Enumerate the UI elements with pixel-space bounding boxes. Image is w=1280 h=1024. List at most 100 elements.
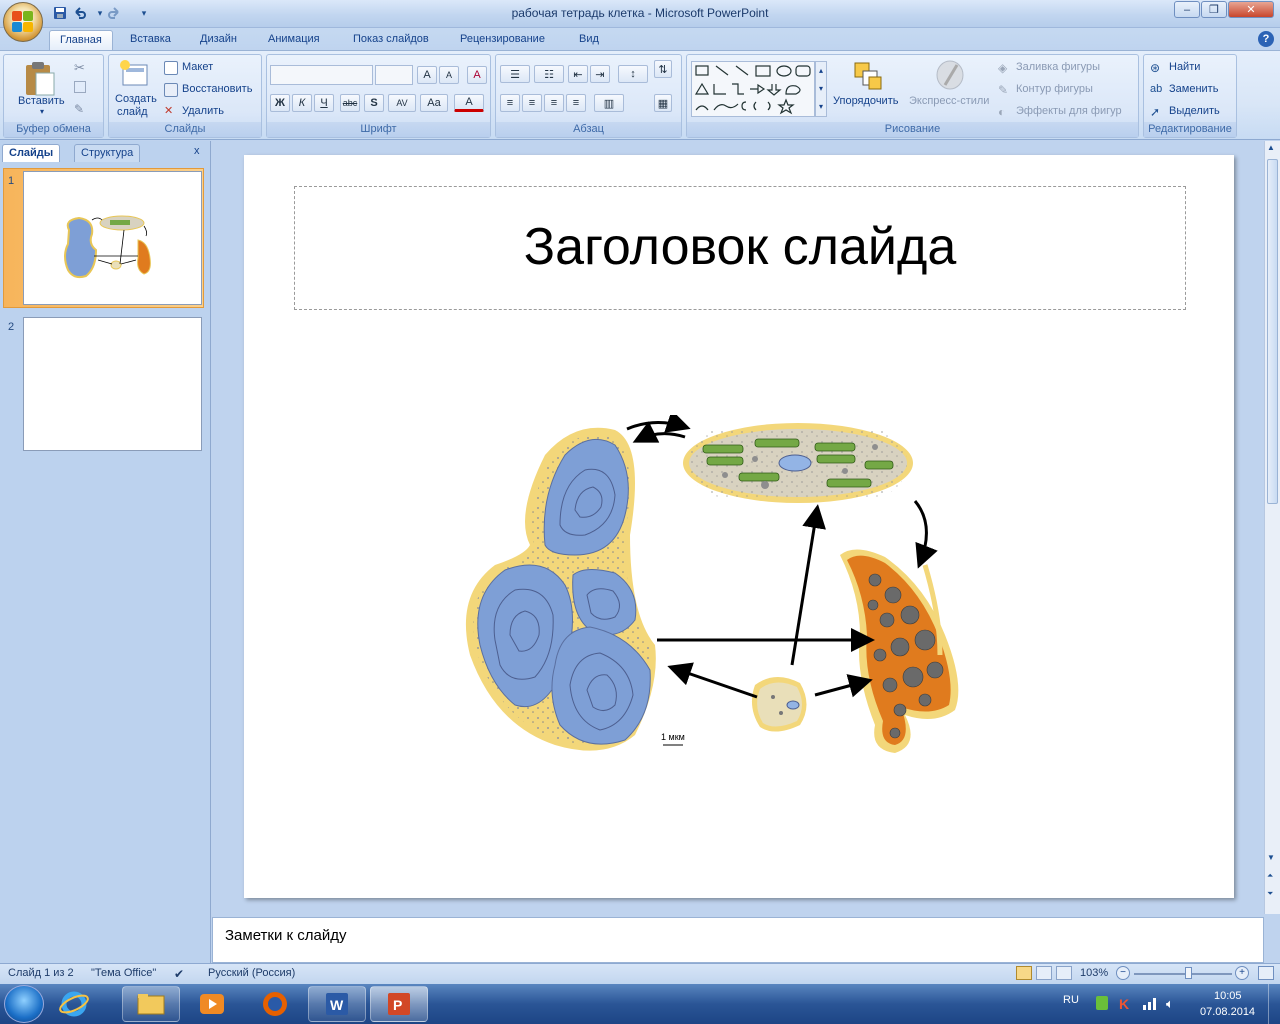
outline-button[interactable]: Контур фигуры xyxy=(1016,83,1093,95)
language[interactable]: Русский (Россия) xyxy=(208,967,295,979)
save-icon[interactable] xyxy=(52,5,68,21)
numbering-icon[interactable]: ☷ xyxy=(534,65,564,83)
tab-view[interactable]: Вид xyxy=(569,30,609,50)
paste-icon[interactable] xyxy=(22,59,56,99)
keyboard-language[interactable]: RU xyxy=(1063,994,1079,1006)
arrange-icon[interactable] xyxy=(851,59,885,93)
slide-thumbnail-2[interactable] xyxy=(23,317,202,451)
restore-button[interactable]: ❐ xyxy=(1201,1,1227,18)
layout-button[interactable]: Макет xyxy=(182,61,213,73)
redo-icon[interactable] xyxy=(106,5,122,21)
grow-font-button[interactable]: A xyxy=(417,66,437,84)
zoom-in-icon[interactable]: + xyxy=(1235,966,1249,980)
effects-button[interactable]: Эффекты для фигур xyxy=(1016,105,1122,117)
quick-styles-icon[interactable] xyxy=(935,59,965,91)
columns-icon[interactable]: ▥ xyxy=(594,94,624,112)
case-button[interactable]: Aa xyxy=(420,94,448,112)
shrink-font-button[interactable]: A xyxy=(439,66,459,84)
shapes-gallery[interactable] xyxy=(691,61,815,117)
zoom-out-icon[interactable]: − xyxy=(1116,966,1130,980)
strike-button[interactable]: abc xyxy=(340,94,360,112)
clock-date[interactable]: 07.08.2014 xyxy=(1200,1006,1255,1018)
tab-slideshow[interactable]: Показ слайдов xyxy=(343,30,439,50)
show-desktop-button[interactable] xyxy=(1268,984,1280,1024)
font-name-field[interactable] xyxy=(270,65,373,85)
delete-button[interactable]: Удалить xyxy=(182,105,224,117)
shapes-scroll-icon[interactable]: ▴ ▾ ▾ xyxy=(815,61,827,117)
clock-time[interactable]: 10:05 xyxy=(1214,990,1242,1002)
undo-icon[interactable] xyxy=(72,5,88,21)
bold-button[interactable]: Ж xyxy=(270,94,290,112)
word-task-icon[interactable]: W xyxy=(308,986,366,1022)
reset-button[interactable]: Восстановить xyxy=(182,83,252,95)
fill-button[interactable]: Заливка фигуры xyxy=(1016,61,1100,73)
close-pane-icon[interactable]: x xyxy=(194,145,200,157)
customize-qat-icon[interactable]: ▾ xyxy=(136,5,152,21)
shadow-button[interactable]: S xyxy=(364,94,384,112)
quick-styles-button[interactable]: Экспресс-стили xyxy=(909,95,989,107)
explorer-task-icon[interactable] xyxy=(122,986,180,1022)
paste-dropdown-icon[interactable]: ▾ xyxy=(40,107,44,116)
spacing-button[interactable]: AV xyxy=(388,94,416,112)
antivirus-tray-icon[interactable]: K xyxy=(1119,996,1129,1012)
fit-window-icon[interactable] xyxy=(1258,966,1274,980)
clear-format-button[interactable]: A xyxy=(467,66,487,84)
powerpoint-task-icon[interactable]: P xyxy=(370,986,428,1022)
notes-placeholder[interactable]: Заметки к слайду xyxy=(225,927,347,944)
minimize-button[interactable]: – xyxy=(1174,1,1200,18)
tab-design[interactable]: Дизайн xyxy=(190,30,247,50)
align-center-icon[interactable]: ≡ xyxy=(522,94,542,112)
decrease-indent-icon[interactable]: ⇤ xyxy=(568,65,588,83)
sorter-view-icon[interactable] xyxy=(1036,966,1052,980)
prev-slide-icon[interactable]: ⏶ xyxy=(1267,871,1273,881)
media-player-icon[interactable] xyxy=(183,986,241,1022)
ie-icon[interactable] xyxy=(58,988,90,1020)
underline-button[interactable]: Ч xyxy=(314,94,334,112)
close-button[interactable]: ✕ xyxy=(1228,1,1274,18)
tab-home[interactable]: Главная xyxy=(49,30,113,50)
firefox-icon[interactable] xyxy=(246,986,304,1022)
cut-icon[interactable]: ✂ xyxy=(74,60,85,76)
replace-button[interactable]: Заменить xyxy=(1169,83,1218,95)
notes-pane[interactable]: Заметки к слайду xyxy=(212,917,1264,963)
tab-review[interactable]: Рецензирование xyxy=(450,30,555,50)
help-icon[interactable]: ? xyxy=(1258,31,1274,47)
network-tray-icon[interactable] xyxy=(1142,996,1158,1010)
slide-thumbnail-1[interactable] xyxy=(23,171,202,305)
copy-icon[interactable] xyxy=(74,81,86,93)
zoom-slider-thumb[interactable] xyxy=(1185,967,1192,979)
justify-icon[interactable]: ≡ xyxy=(566,94,586,112)
slideshow-view-icon[interactable] xyxy=(1056,966,1072,980)
align-right-icon[interactable]: ≡ xyxy=(544,94,564,112)
spellcheck-icon[interactable]: ✔ xyxy=(174,967,184,981)
tab-outline[interactable]: Структура xyxy=(74,144,141,162)
normal-view-icon[interactable] xyxy=(1016,966,1032,980)
new-slide-icon[interactable] xyxy=(117,59,151,91)
smartart-icon[interactable]: ▦ xyxy=(654,94,672,112)
arrange-button[interactable]: Упорядочить xyxy=(833,95,898,107)
tab-animation[interactable]: Анимация xyxy=(258,30,330,50)
start-button[interactable] xyxy=(4,985,44,1023)
scroll-down-icon[interactable]: ▼ xyxy=(1267,853,1275,862)
zoom-level[interactable]: 103% xyxy=(1080,967,1108,979)
align-left-icon[interactable]: ≡ xyxy=(500,94,520,112)
format-painter-icon[interactable]: ✎ xyxy=(74,102,84,116)
italic-button[interactable]: К xyxy=(292,94,312,112)
vertical-scrollbar[interactable]: ▲ ▼ ⏶ ⏷ xyxy=(1264,141,1280,914)
slide-title[interactable]: Заголовок слайда xyxy=(295,217,1185,277)
volume-tray-icon[interactable]: 🔈︎ xyxy=(1166,996,1174,1012)
increase-indent-icon[interactable]: ⇥ xyxy=(590,65,610,83)
scroll-up-icon[interactable]: ▲ xyxy=(1267,143,1275,152)
zoom-slider[interactable] xyxy=(1134,973,1232,975)
cell-diagram-image[interactable]: 1 мкм xyxy=(455,415,975,765)
bullets-icon[interactable]: ☰ xyxy=(500,65,530,83)
title-placeholder[interactable]: Заголовок слайда xyxy=(294,186,1186,310)
line-spacing-icon[interactable]: ↕ xyxy=(618,65,648,83)
tab-slides[interactable]: Слайды xyxy=(2,144,61,162)
font-color-button[interactable]: A xyxy=(454,94,484,112)
paste-button[interactable]: Вставить xyxy=(18,95,65,107)
office-button[interactable] xyxy=(3,2,43,42)
tab-insert[interactable]: Вставка xyxy=(120,30,181,50)
security-tray-icon[interactable] xyxy=(1096,996,1108,1010)
font-size-field[interactable] xyxy=(375,65,413,85)
